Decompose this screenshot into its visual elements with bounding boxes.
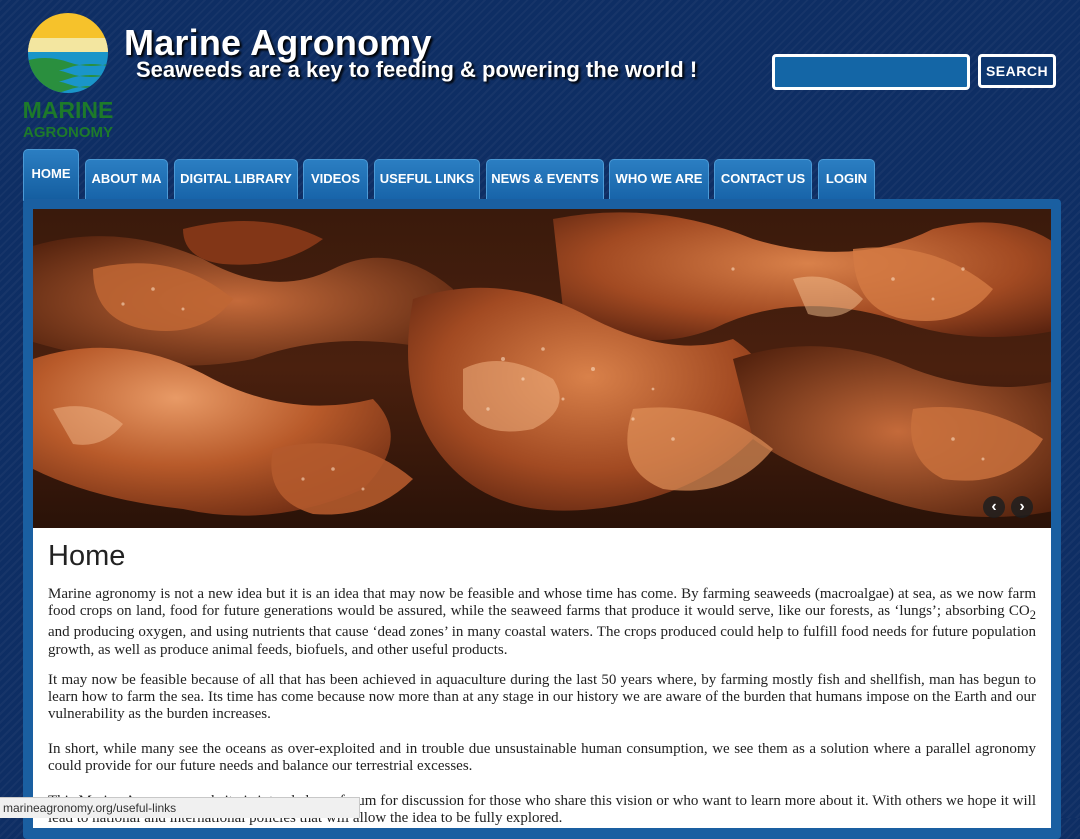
status-bar-url: marineagronomy.org/useful-links [0,797,360,818]
site-tagline: Seaweeds are a key to feeding & powering… [136,57,698,82]
nav-login[interactable]: LOGIN [818,159,875,201]
nav-digital-library[interactable]: DIGITAL LIBRARY [174,159,298,201]
nav-who-we-are[interactable]: WHO WE ARE [609,159,709,201]
nav-videos[interactable]: VIDEOS [303,159,368,201]
paragraph-2: It may now be feasible because of all th… [48,672,1036,723]
hero-slider [33,209,1051,528]
nav-useful-links[interactable]: USEFUL LINKS [374,159,480,201]
paragraph-1-text-b: and producing oxygen, and using nutrient… [48,624,1036,658]
nav-news-events[interactable]: NEWS & EVENTS [486,159,604,201]
nav-about-ma[interactable]: ABOUT MA [85,159,168,201]
slider-next-button[interactable]: › [1011,496,1033,518]
logo-emblem: MARINE AGRONOMY [23,13,114,141]
paragraph-1-text-a: Marine agronomy is not a new idea but it… [48,586,1036,620]
seaweed-image [33,209,1051,528]
search-input[interactable] [772,54,970,90]
paragraph-3: In short, while many see the oceans as o… [48,741,1036,775]
logo-text-agronomy: AGRONOMY [23,124,113,140]
search-button[interactable]: SEARCH [978,54,1056,88]
slider-prev-button[interactable]: ‹ [983,496,1005,518]
nav-home[interactable]: HOME [23,149,79,201]
paragraph-1: Marine agronomy is not a new idea but it… [48,586,1036,659]
site-logo[interactable]: MARINE AGRONOMY [22,10,114,141]
co2-subscript: 2 [1029,608,1036,623]
page-heading: Home [48,540,126,572]
nav-contact-us[interactable]: CONTACT US [714,159,812,201]
logo-text-marine: MARINE [23,97,114,123]
